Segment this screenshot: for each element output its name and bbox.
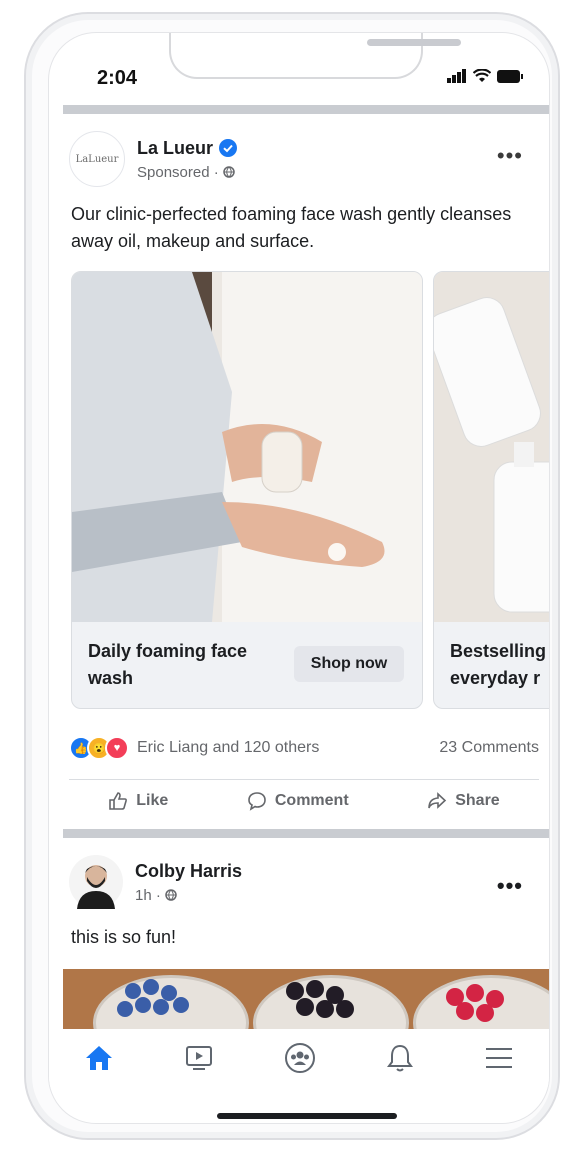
signal-icon <box>447 69 466 83</box>
more-options-icon[interactable]: ••• <box>497 873 523 899</box>
speaker <box>367 39 461 46</box>
feed-separator <box>63 105 549 114</box>
more-options-icon[interactable]: ••• <box>497 143 523 169</box>
like-icon <box>109 792 128 810</box>
post-time-row: 1h · <box>135 887 242 904</box>
sponsored-row: Sponsored · <box>137 164 237 181</box>
reaction-icons[interactable]: 👍 😮 ♥ <box>69 736 129 760</box>
reactions-divider <box>69 779 539 780</box>
product-image-hands <box>72 272 422 622</box>
ad-post-header: LaLueur La Lueur Sponsored · <box>69 131 238 187</box>
bottom-nav <box>49 1029 549 1087</box>
post-time: 1h · <box>135 886 161 904</box>
user-post-header: Colby Harris 1h · <box>69 855 242 909</box>
status-icons <box>447 69 523 83</box>
battery-icon <box>497 70 523 83</box>
love-reaction-icon: ♥ <box>105 736 129 760</box>
comment-button[interactable]: Comment <box>247 791 349 811</box>
shop-now-button[interactable]: Shop now <box>294 646 404 682</box>
sponsored-label: Sponsored · <box>137 163 219 181</box>
globe-icon <box>165 889 177 901</box>
share-icon <box>428 792 447 809</box>
status-time: 2:04 <box>97 67 138 89</box>
home-indicator <box>217 1113 397 1119</box>
brand-logo[interactable]: LaLueur <box>69 131 125 187</box>
avatar[interactable] <box>69 855 123 909</box>
post-actions: Like Comment Share <box>69 791 539 811</box>
watch-icon[interactable] <box>184 1044 214 1072</box>
carousel-card-2-title: Bestselling everyday r <box>450 641 547 688</box>
globe-icon <box>222 166 235 178</box>
user-post-text: this is so fun! <box>71 927 177 947</box>
notch <box>169 33 461 79</box>
wifi-icon <box>473 69 491 82</box>
carousel-card-1-title: Daily foaming face wash <box>88 641 248 688</box>
carousel-card-1[interactable]: Daily foaming face wash Shop now <box>71 271 423 709</box>
home-icon[interactable] <box>84 1044 114 1072</box>
reactions-text[interactable]: Eric Liang and 120 others <box>137 739 319 757</box>
ad-caption: Our clinic-perfected foaming face wash g… <box>71 204 512 251</box>
berries-image <box>63 969 549 1033</box>
menu-icon[interactable] <box>484 1046 514 1070</box>
screen: 2:04 LaLueur La Lueur Sponsored · ••• Ou… <box>48 32 550 1124</box>
notifications-icon[interactable] <box>386 1043 414 1073</box>
feed-separator-2 <box>63 829 549 838</box>
groups-icon[interactable] <box>284 1042 316 1074</box>
page-name-row: La Lueur <box>137 138 238 159</box>
comment-icon <box>248 792 266 811</box>
author-name[interactable]: Colby Harris <box>135 861 242 882</box>
verified-badge-icon <box>219 139 238 157</box>
share-button[interactable]: Share <box>427 791 500 811</box>
carousel-card-2[interactable]: Bestselling everyday r <box>433 271 549 709</box>
page-name[interactable]: La Lueur <box>137 138 213 159</box>
like-button[interactable]: Like <box>108 791 168 811</box>
comments-count[interactable]: 23 Comments <box>439 739 539 757</box>
product-image-bottles <box>434 272 549 622</box>
reactions-row: 👍 😮 ♥ Eric Liang and 120 others 23 Comme… <box>69 736 539 760</box>
